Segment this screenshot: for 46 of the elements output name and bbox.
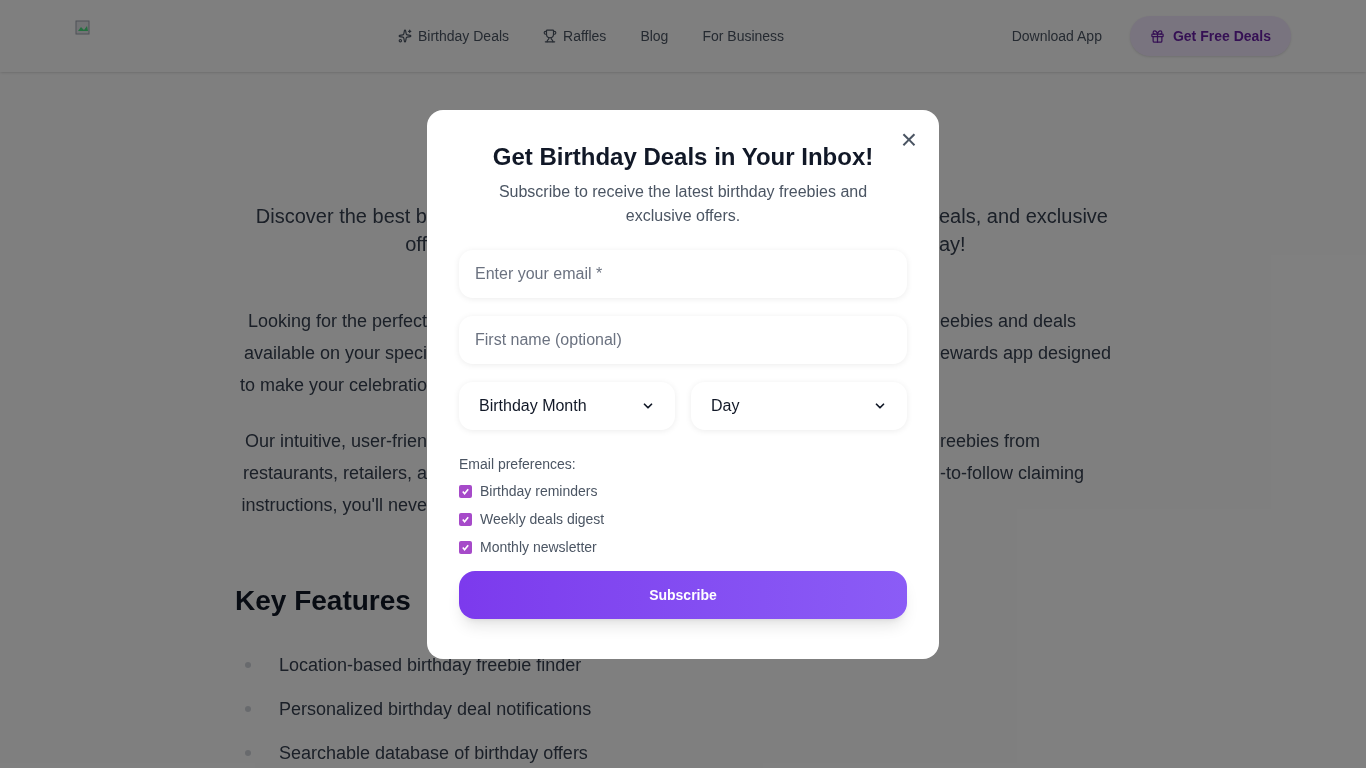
text-fragment: Our intuitive, user-frien	[244, 430, 427, 453]
checkbox[interactable]	[459, 484, 472, 498]
text-fragment: eebies and deals	[939, 310, 1077, 333]
text-fragment: to make your celebratio	[239, 374, 427, 397]
text-fragment: -to-follow claiming	[939, 462, 1085, 485]
close-button[interactable]: ×	[895, 126, 923, 154]
download-app-link[interactable]: Download App	[1011, 25, 1102, 47]
text-fragment: available on your speci	[243, 342, 427, 365]
text-fragment: ay!	[939, 232, 966, 257]
text-fragment: eals, and exclusive	[939, 204, 1108, 229]
select-field[interactable]: Birthday Month	[459, 382, 675, 430]
checkmark-icon	[461, 542, 470, 552]
nav-link[interactable]: Blog	[640, 25, 669, 47]
checkbox-label: Birthday reminders	[480, 481, 598, 501]
dialog-title: Get Birthday Deals in Your Inbox!	[491, 142, 875, 172]
preferences-label: Email preferences:	[459, 455, 577, 474]
email-field[interactable]: Enter your email *	[459, 250, 907, 298]
checkmark-icon	[461, 486, 470, 496]
checkbox-label: Monthly newsletter	[480, 537, 597, 557]
nav-link[interactable]: Birthday Deals	[398, 25, 510, 47]
text-fragment: restaurants, retailers, a	[242, 462, 427, 485]
checkbox[interactable]	[459, 512, 472, 526]
text-fragment: Discover the best b	[255, 204, 427, 229]
dialog-subtitle: Subscribe to receive the latest birthday freebies and exclusive offers.	[497, 182, 869, 226]
select-field[interactable]: Day	[691, 382, 907, 430]
feature-item: Personalized birthday deal notifications	[279, 697, 592, 721]
broken-image-icon	[75, 20, 91, 36]
text-fragment: reebies from	[939, 430, 1041, 453]
sparkle-icon	[398, 29, 412, 43]
subscribe-button[interactable]: Subscribe	[459, 571, 907, 619]
get-free-deals-button[interactable]: Get Free Deals	[1129, 16, 1291, 56]
text-fragment: instructions, you'll neve	[241, 494, 427, 517]
feature-item: Searchable database of birthday offers	[279, 741, 588, 765]
nav-link[interactable]: For Business	[702, 25, 785, 47]
trophy-icon	[543, 29, 558, 43]
checkbox[interactable]	[459, 540, 472, 554]
text-fragment: off	[405, 232, 427, 257]
first-name-field[interactable]: First name (optional)	[459, 316, 907, 364]
feature-item: Location-based birthday freebie finder	[279, 653, 582, 677]
text-fragment: ewards app designed	[939, 342, 1112, 365]
nav-link[interactable]: Raffles	[543, 25, 607, 47]
checkbox-label: Weekly deals digest	[480, 509, 605, 529]
text-fragment: Looking for the perfect	[247, 310, 427, 333]
checkmark-icon	[461, 514, 470, 524]
section-heading: Key Features	[235, 584, 411, 618]
gift-icon	[1149, 28, 1165, 44]
